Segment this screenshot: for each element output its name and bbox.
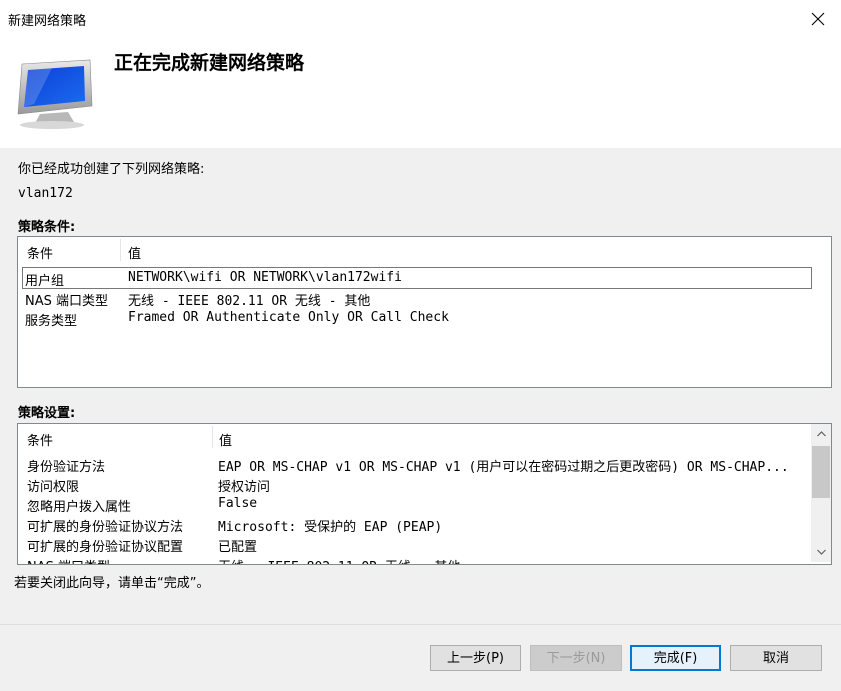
setting-row[interactable]: 可扩展的身份验证协议方法 Microsoft: 受保护的 EAP (PEAP) bbox=[18, 514, 810, 535]
setting-name: 忽略用户拨入属性 bbox=[27, 500, 132, 515]
scroll-up-button[interactable] bbox=[811, 424, 831, 444]
chevron-up-icon bbox=[816, 431, 826, 437]
setting-name: NAS 端口类型 bbox=[27, 556, 110, 564]
setting-name: 身份验证方法 bbox=[27, 460, 106, 475]
setting-row[interactable]: 访问权限 授权访问 bbox=[18, 474, 810, 495]
wizard-header: 正在完成新建网络策略 bbox=[0, 38, 841, 148]
setting-name: 可扩展的身份验证协议方法 bbox=[27, 520, 184, 535]
scroll-thumb[interactable] bbox=[812, 446, 830, 498]
back-button[interactable]: 上一步(P) bbox=[430, 645, 521, 671]
scroll-down-button[interactable] bbox=[811, 542, 831, 562]
column-header-value[interactable]: 值 bbox=[219, 430, 232, 449]
setting-value: 已配置 bbox=[218, 540, 258, 555]
close-hint-text: 若要关闭此向导，请单击“完成”。 bbox=[14, 576, 210, 591]
setting-name: 访问权限 bbox=[27, 480, 80, 495]
settings-vertical-scrollbar[interactable] bbox=[811, 424, 831, 562]
settings-label: 策略设置: bbox=[18, 406, 76, 421]
title-bar: 新建网络策略 bbox=[0, 0, 841, 38]
column-header-condition[interactable]: 条件 bbox=[27, 243, 53, 262]
network-monitor-icon bbox=[17, 59, 93, 129]
column-header-condition[interactable]: 条件 bbox=[27, 430, 53, 449]
finish-button[interactable]: 完成(F) bbox=[630, 645, 721, 671]
next-button: 下一步(N) bbox=[530, 645, 622, 671]
settings-header: 条件 值 bbox=[18, 424, 810, 450]
close-button[interactable] bbox=[795, 0, 841, 38]
policy-name: vlan172 bbox=[18, 186, 73, 201]
setting-row[interactable]: 忽略用户拨入属性 False bbox=[18, 494, 810, 515]
condition-row-nas-port-type[interactable]: NAS 端口类型 无线 - IEEE 802.11 OR 无线 - 其他 bbox=[23, 288, 811, 309]
condition-row-user-group[interactable]: 用户组 NETWORK\wifi OR NETWORK\vlan172wifi bbox=[22, 267, 812, 289]
condition-name: 服务类型 bbox=[25, 314, 78, 329]
column-header-value[interactable]: 值 bbox=[128, 243, 141, 262]
condition-row-service-type[interactable]: 服务类型 Framed OR Authenticate Only OR Call… bbox=[23, 308, 811, 329]
condition-name: 用户组 bbox=[25, 274, 65, 289]
condition-value: Framed OR Authenticate Only OR Call Chec… bbox=[128, 310, 449, 325]
setting-value: Microsoft: 受保护的 EAP (PEAP) bbox=[218, 520, 443, 535]
conditions-listview[interactable]: 条件 值 用户组 NETWORK\wifi OR NETWORK\vlan172… bbox=[17, 236, 832, 388]
button-bar: 上一步(P) 下一步(N) 完成(F) 取消 bbox=[0, 624, 841, 691]
condition-value: NETWORK\wifi OR NETWORK\vlan172wifi bbox=[128, 270, 402, 285]
cancel-button[interactable]: 取消 bbox=[730, 645, 822, 671]
conditions-header: 条件 值 bbox=[18, 237, 831, 263]
chevron-down-icon bbox=[816, 549, 826, 555]
settings-listview[interactable]: 条件 值 身份验证方法 EAP OR MS-CHAP v1 OR MS-CHAP… bbox=[17, 423, 832, 565]
setting-name: 可扩展的身份验证协议配置 bbox=[27, 540, 184, 555]
conditions-label: 策略条件: bbox=[18, 220, 76, 235]
setting-value: 无线 - IEEE 802.11 OR 无线 - 其他 bbox=[218, 556, 460, 564]
setting-row[interactable]: 可扩展的身份验证协议配置 已配置 bbox=[18, 534, 810, 555]
intro-text: 你已经成功创建了下列网络策略: bbox=[18, 162, 205, 177]
close-icon bbox=[811, 12, 825, 26]
condition-value: 无线 - IEEE 802.11 OR 无线 - 其他 bbox=[128, 294, 371, 309]
page-title: 正在完成新建网络策略 bbox=[114, 52, 305, 74]
condition-name: NAS 端口类型 bbox=[25, 294, 109, 309]
window-title: 新建网络策略 bbox=[8, 14, 87, 29]
setting-value: 授权访问 bbox=[218, 480, 271, 495]
setting-row[interactable]: 身份验证方法 EAP OR MS-CHAP v1 OR MS-CHAP v1 (… bbox=[18, 454, 810, 475]
setting-row[interactable]: NAS 端口类型 无线 - IEEE 802.11 OR 无线 - 其他 bbox=[18, 554, 810, 564]
setting-value: EAP OR MS-CHAP v1 OR MS-CHAP v1 (用户可以在密码… bbox=[218, 460, 789, 475]
setting-value: False bbox=[218, 496, 258, 511]
